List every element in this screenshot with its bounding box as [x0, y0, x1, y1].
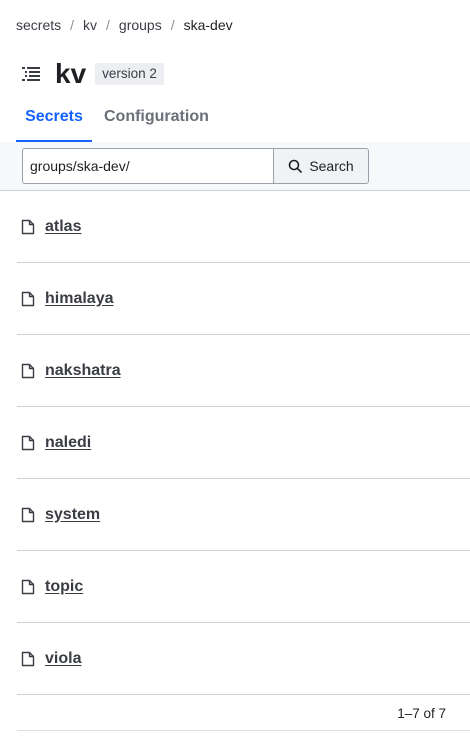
list-item-himalaya[interactable]: himalaya — [17, 263, 470, 335]
search-icon — [289, 159, 303, 173]
kv-secrets-page: secrets / kv / groups / ska-dev kv versi… — [0, 0, 470, 737]
secret-link[interactable]: system — [45, 506, 100, 524]
file-icon — [21, 291, 37, 307]
list-item-viola[interactable]: viola — [17, 623, 470, 695]
toolbar: Search — [0, 142, 470, 191]
title-row: kv version 2 — [21, 56, 164, 92]
version-badge: version 2 — [95, 63, 164, 85]
list-item-atlas[interactable]: atlas — [17, 191, 470, 263]
page-title: kv — [55, 58, 87, 89]
file-icon — [21, 363, 37, 379]
list-menu-icon[interactable] — [21, 64, 41, 84]
list-item-naledi[interactable]: naledi — [17, 407, 470, 479]
file-icon — [21, 651, 37, 667]
tab-bar: Secrets Configuration — [0, 98, 470, 143]
secret-link[interactable]: himalaya — [45, 290, 113, 308]
tab-secrets[interactable]: Secrets — [16, 98, 92, 142]
secret-link[interactable]: viola — [45, 650, 81, 668]
secret-list: atlas himalaya nakshatra naledi system t… — [17, 191, 470, 695]
breadcrumb-ska-dev: ska-dev — [183, 17, 233, 33]
breadcrumb-separator: / — [106, 17, 110, 33]
breadcrumb-groups[interactable]: groups — [119, 17, 162, 33]
search-button-label: Search — [309, 158, 354, 174]
list-item-topic[interactable]: topic — [17, 551, 470, 623]
breadcrumb: secrets / kv / groups / ska-dev — [16, 17, 233, 33]
secret-link[interactable]: nakshatra — [45, 362, 121, 380]
file-icon — [21, 579, 37, 595]
path-input[interactable] — [22, 148, 274, 184]
list-item-system[interactable]: system — [17, 479, 470, 551]
list-item-nakshatra[interactable]: nakshatra — [17, 335, 470, 407]
search-button[interactable]: Search — [273, 148, 369, 184]
breadcrumb-separator: / — [70, 17, 75, 33]
pagination-summary: 1–7 of 7 — [397, 706, 446, 721]
tab-configuration[interactable]: Configuration — [104, 98, 209, 140]
divider — [17, 730, 470, 731]
breadcrumb-secrets[interactable]: secrets — [16, 17, 61, 33]
file-icon — [21, 219, 37, 235]
secret-link[interactable]: topic — [45, 578, 83, 596]
file-icon — [21, 507, 37, 523]
file-icon — [21, 435, 37, 451]
breadcrumb-kv[interactable]: kv — [83, 17, 97, 33]
secret-link[interactable]: naledi — [45, 434, 91, 452]
secret-link[interactable]: atlas — [45, 218, 81, 236]
breadcrumb-separator: / — [170, 17, 175, 33]
